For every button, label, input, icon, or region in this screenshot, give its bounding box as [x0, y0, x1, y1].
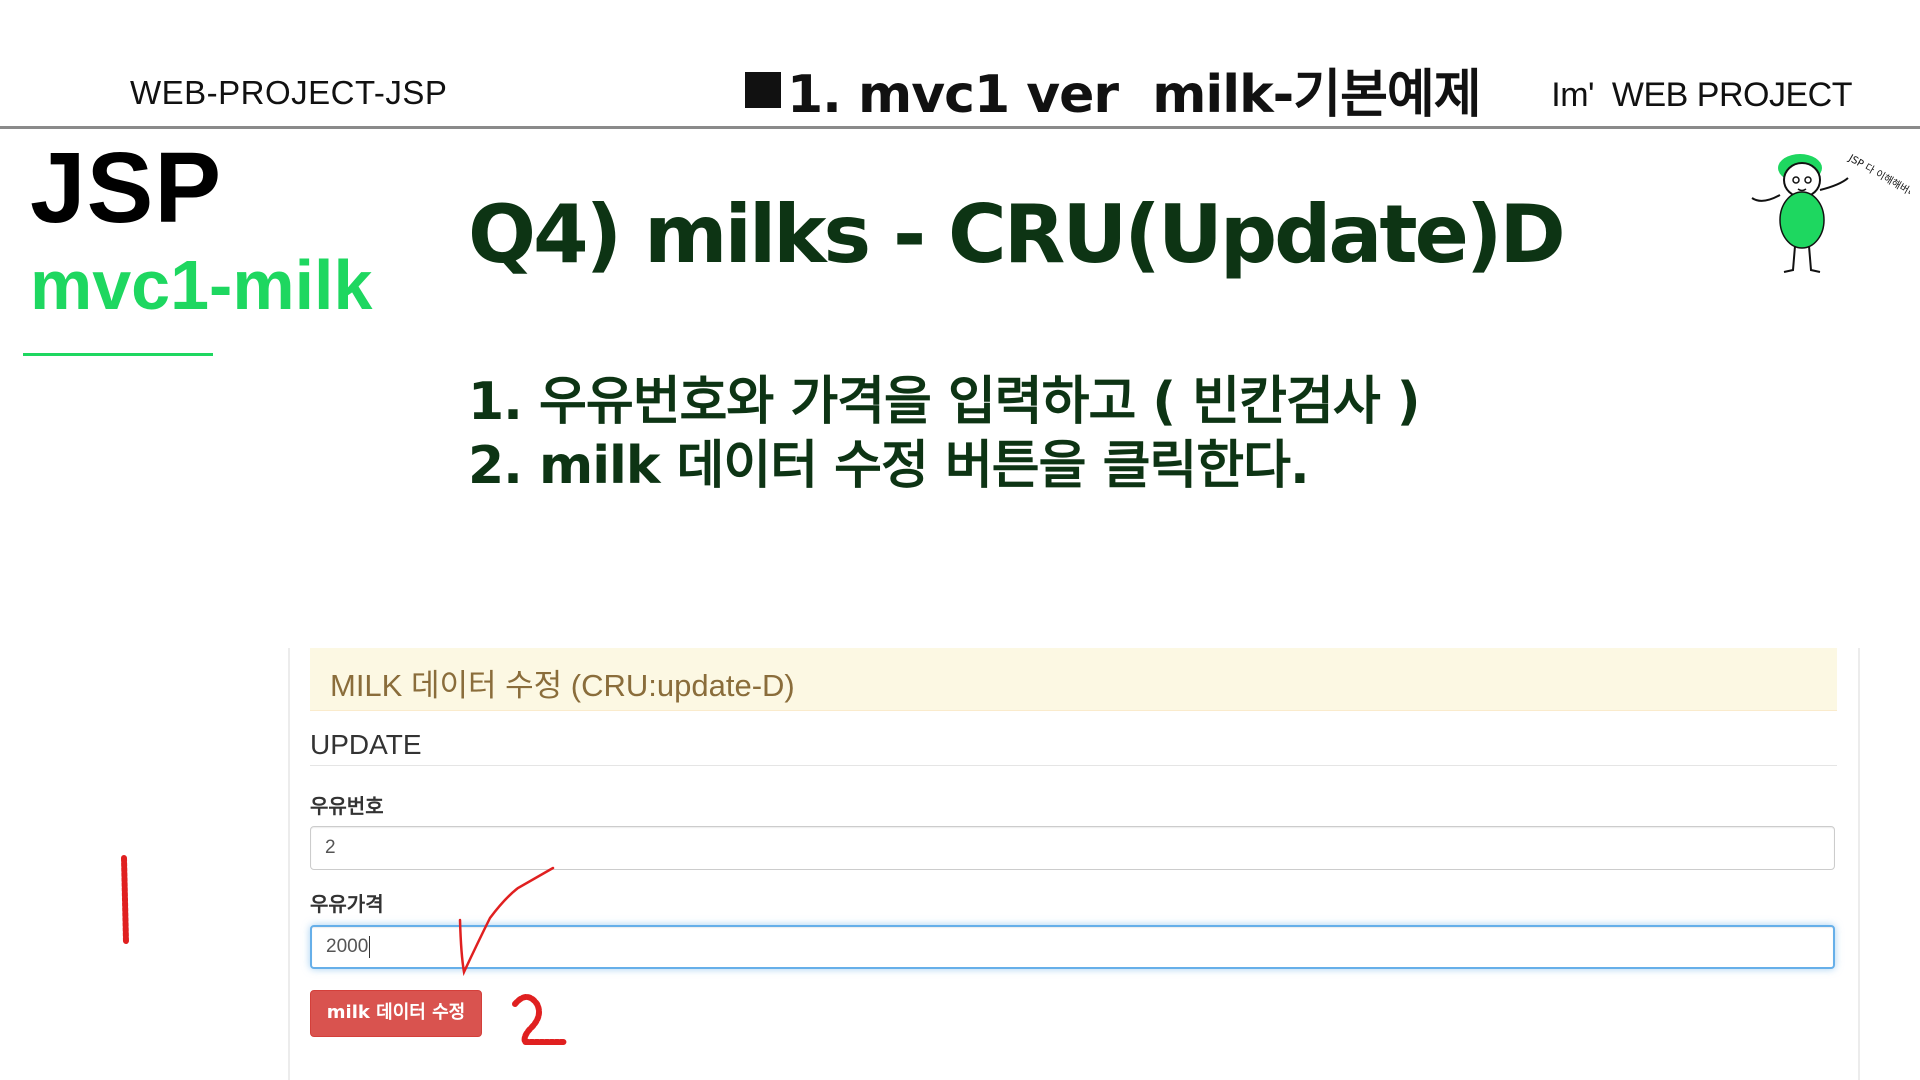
milk-no-label: 우유번호	[310, 794, 384, 818]
text-caret	[369, 935, 371, 958]
instruction-step-1: 1. 우유번호와 가격을 입력하고 ( 빈칸검사 )	[468, 372, 1421, 432]
section-subtitle: mvc1-milk	[30, 246, 373, 324]
panel-heading-title: MILK 데이터 수정 (CRU:update-D)	[330, 668, 795, 703]
annotation-mark-1: 1	[121, 855, 129, 945]
subtitle-underline	[23, 353, 213, 356]
milk-price-value: 2000	[326, 936, 369, 957]
instruction-steps: 1. 우유번호와 가격을 입력하고 ( 빈칸검사 ) 2. milk 데이터 수…	[468, 370, 1421, 498]
annotation-mark-2: 2	[512, 994, 568, 1045]
header-brand: Im' WEB PROJECT	[1551, 76, 1852, 114]
milk-no-value: 2	[325, 837, 336, 858]
form-legend: UPDATE	[310, 729, 422, 760]
milk-price-label: 우유가격	[310, 892, 384, 916]
header-project-name: WEB-PROJECT-JSP	[130, 74, 448, 111]
square-bullet-icon	[745, 71, 781, 108]
header-divider	[0, 126, 1920, 129]
checkmark-annotation-icon	[458, 866, 555, 977]
section-title: JSP	[30, 132, 223, 244]
mascot-caption: JSP 다 이해해버리겠다~!	[1846, 151, 1910, 217]
legend-divider	[310, 765, 1837, 766]
milk-update-button[interactable]: milk 데이터 수정	[310, 990, 482, 1037]
character-mascot-icon: JSP 다 이해해버리겠다~!	[1751, 151, 1910, 273]
header-slide-title: 1. mvc1 ver milk-기본예제	[745, 52, 1482, 127]
header-slide-title-text: 1. mvc1 ver milk-기본예제	[787, 65, 1482, 125]
instruction-step-2: 2. milk 데이터 수정 버튼을 클릭한다.	[468, 436, 1310, 496]
question-title: Q4) milks - CRU(Update)D	[468, 188, 1566, 281]
